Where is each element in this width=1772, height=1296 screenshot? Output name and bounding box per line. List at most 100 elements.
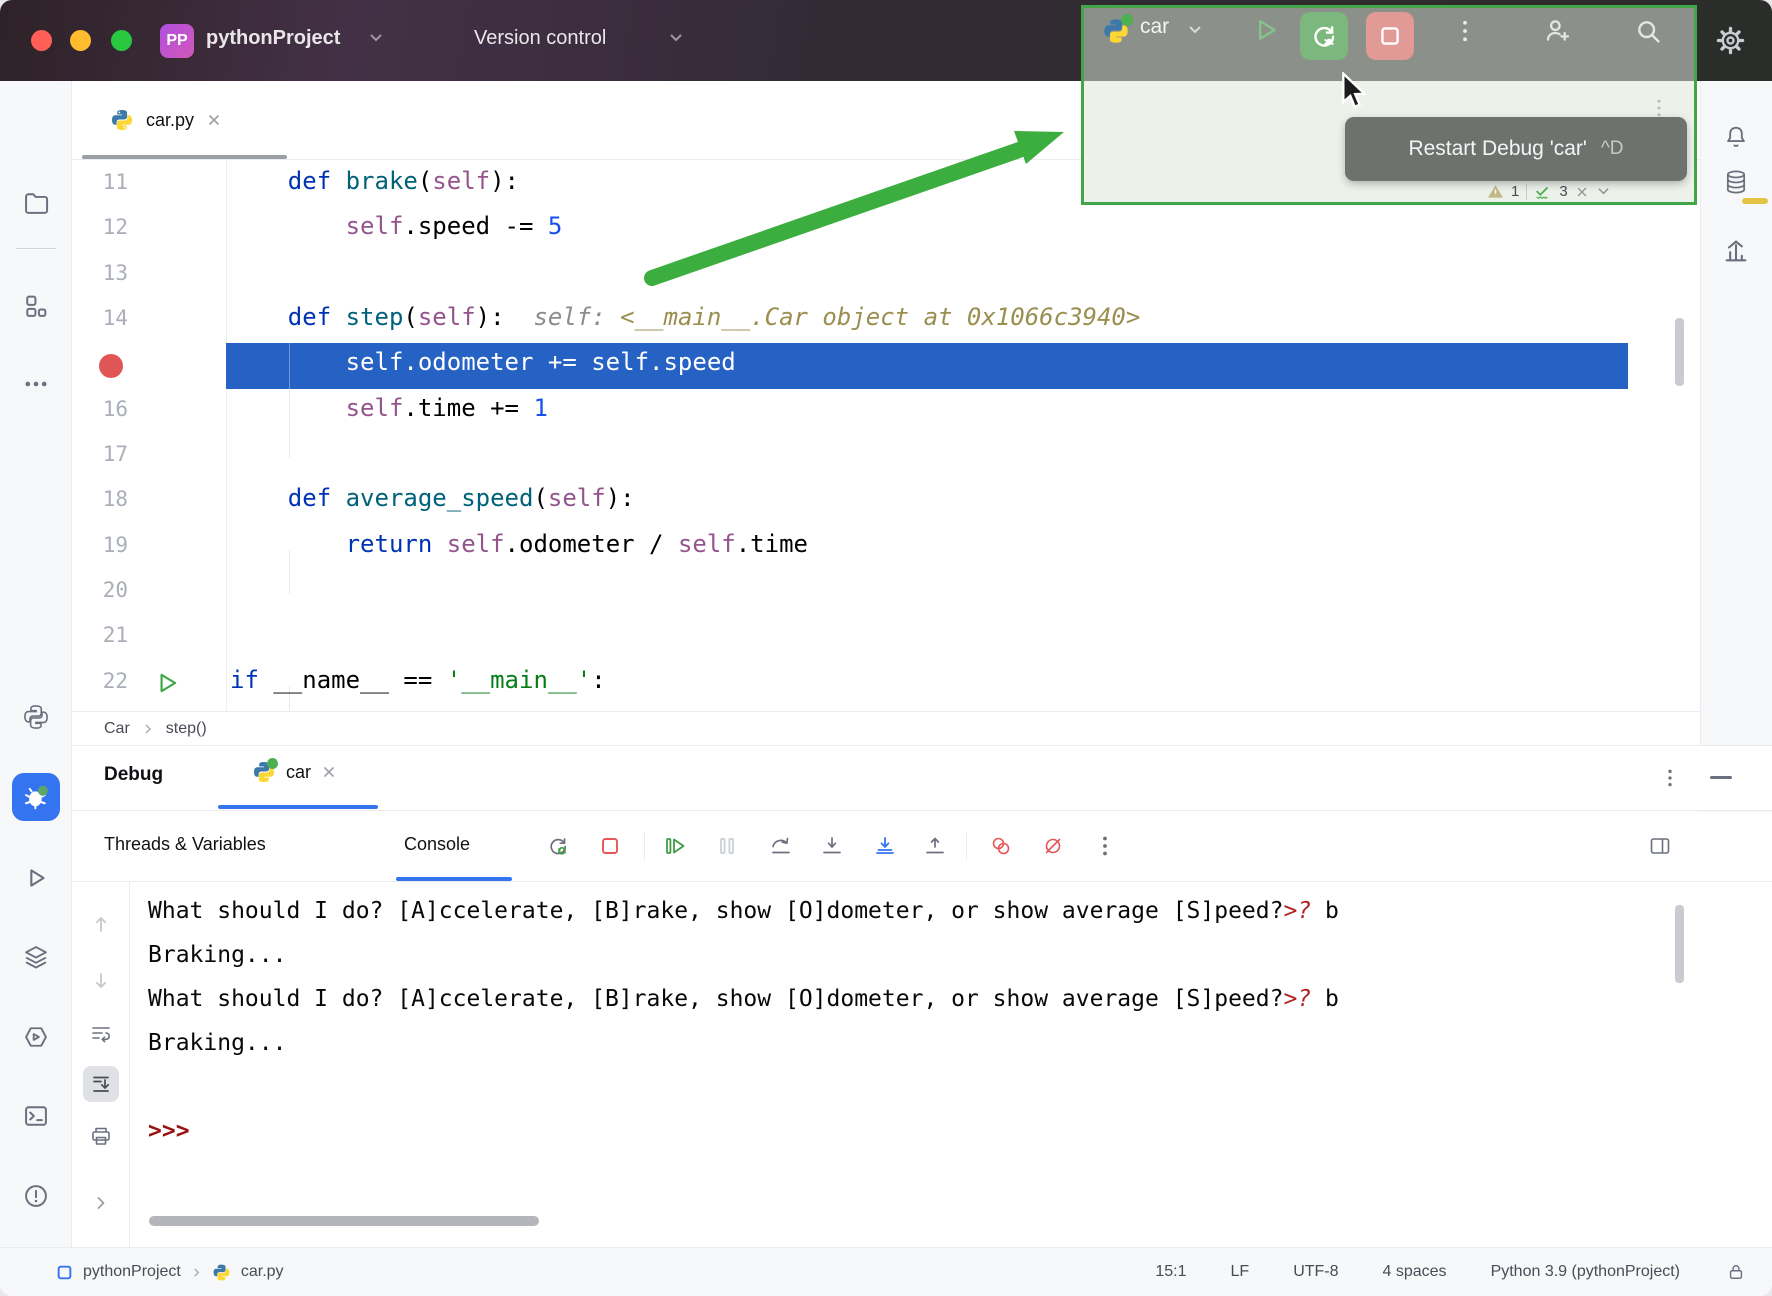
run-button[interactable]	[1252, 16, 1280, 44]
search-everywhere-icon[interactable]	[1632, 15, 1664, 47]
run-tool-window-icon[interactable]	[22, 864, 50, 892]
more-actions-kebab-icon[interactable]	[1454, 18, 1476, 44]
up-stack-frame-icon[interactable]	[89, 912, 113, 936]
mute-breakpoints-icon[interactable]	[1041, 834, 1065, 858]
more-tool-windows-icon[interactable]	[22, 370, 50, 398]
code-line-21[interactable]: 21	[72, 615, 1700, 661]
code-line-13[interactable]: 13	[72, 253, 1700, 299]
minimize-window-button[interactable]	[70, 30, 91, 51]
console-h-scrollbar[interactable]	[149, 1216, 539, 1226]
tab-label: car.py	[146, 110, 194, 131]
services-icon[interactable]	[22, 943, 50, 971]
structure-icon[interactable]	[22, 292, 50, 320]
restart-debug-icon	[1309, 21, 1339, 51]
status-bar: pythonProject car.py 15:1 LF UTF-8 4 spaces…	[0, 1247, 1772, 1296]
panel-options-kebab-icon[interactable]	[1660, 768, 1680, 788]
status-item[interactable]: 4 spaces	[1383, 1263, 1447, 1281]
line-number[interactable]: 22	[72, 669, 128, 693]
layout-settings-icon[interactable]	[1648, 834, 1672, 858]
line-number[interactable]: 11	[72, 170, 128, 194]
workspace-icon[interactable]	[56, 1264, 73, 1281]
line-number[interactable]: 16	[72, 397, 128, 421]
zoom-window-button[interactable]	[111, 30, 132, 51]
code-line-17[interactable]: 17	[72, 434, 1700, 480]
status-item[interactable]: Python 3.9 (pythonProject)	[1491, 1263, 1680, 1281]
debug-panel-title[interactable]: Debug	[104, 764, 163, 786]
tab-console[interactable]: Console	[404, 834, 470, 855]
profiler-icon[interactable]	[1722, 237, 1750, 265]
minimize-panel-icon[interactable]	[1710, 776, 1732, 779]
close-widget-icon[interactable]	[1575, 185, 1589, 199]
code-line-16[interactable]: 16 self.time += 1	[72, 389, 1700, 435]
python-file-icon	[212, 1263, 231, 1282]
stop-icon[interactable]	[598, 834, 622, 858]
line-number[interactable]: 17	[72, 442, 128, 466]
debug-more-kebab-icon[interactable]	[1093, 834, 1117, 858]
status-item[interactable]: UTF-8	[1293, 1263, 1338, 1281]
status-file[interactable]: car.py	[241, 1263, 284, 1281]
close-tab-icon[interactable]	[206, 112, 222, 128]
debug-session-tab[interactable]: car	[252, 760, 337, 784]
scroll-to-end-icon[interactable]	[89, 1072, 113, 1096]
breadcrumb-class[interactable]: Car	[104, 720, 130, 738]
rerun-debug-icon[interactable]	[546, 834, 570, 858]
code-line-14[interactable]: 14 def step(self): self: <__main__.Car o…	[72, 298, 1700, 344]
editor-scrollbar[interactable]	[1675, 318, 1684, 386]
pause-program-icon	[715, 834, 739, 858]
line-number[interactable]: 13	[72, 261, 128, 285]
problems-icon[interactable]	[22, 1182, 50, 1210]
restart-debug-button[interactable]	[1300, 12, 1348, 60]
breadcrumb-method[interactable]: step()	[166, 720, 207, 738]
step-over-icon[interactable]	[769, 834, 793, 858]
chevron-down-icon[interactable]	[1596, 186, 1611, 197]
code-line-20[interactable]: 20	[72, 570, 1700, 616]
print-icon[interactable]	[89, 1124, 113, 1148]
line-number[interactable]: 12	[72, 215, 128, 239]
notifications-bell-icon[interactable]	[1722, 123, 1750, 151]
step-into-icon[interactable]	[820, 834, 844, 858]
code-line-22[interactable]: 22if __name__ == '__main__':	[72, 661, 1700, 707]
python-tool-icon[interactable]	[22, 703, 50, 731]
lock-icon[interactable]	[1726, 1262, 1746, 1282]
line-number[interactable]: 19	[72, 533, 128, 557]
run-config-selector[interactable]: car	[1140, 15, 1169, 39]
line-number[interactable]: 14	[72, 306, 128, 330]
close-session-icon[interactable]	[321, 764, 337, 780]
expand-console-toolbar-icon[interactable]	[89, 1191, 113, 1215]
terminal-icon[interactable]	[22, 1102, 50, 1130]
code-line-18[interactable]: 18 def average_speed(self):	[72, 479, 1700, 525]
run-line-icon[interactable]	[154, 670, 180, 696]
project-folder-icon[interactable]	[22, 189, 50, 217]
status-project[interactable]: pythonProject	[83, 1263, 181, 1281]
tab-car-py[interactable]: car.py	[110, 95, 222, 145]
python-console-icon[interactable]	[22, 1023, 50, 1051]
database-icon[interactable]	[1722, 168, 1750, 196]
code-line-15[interactable]: self.odometer += self.speed	[72, 343, 1700, 389]
settings-gear-icon[interactable]	[1714, 24, 1747, 57]
status-item[interactable]: LF	[1231, 1263, 1250, 1281]
line-number[interactable]: 20	[72, 578, 128, 602]
step-out-icon[interactable]	[923, 834, 947, 858]
code-line-12[interactable]: 12 self.speed -= 5	[72, 207, 1700, 253]
status-item[interactable]: 15:1	[1155, 1263, 1186, 1281]
breakpoint-icon[interactable]	[99, 354, 123, 378]
code-with-me-icon[interactable]	[1542, 15, 1574, 47]
close-window-button[interactable]	[31, 30, 52, 51]
line-number[interactable]: 18	[72, 487, 128, 511]
vcs-selector[interactable]: Version control	[474, 27, 606, 50]
project-selector[interactable]: pythonProject	[206, 27, 340, 50]
down-stack-frame-icon[interactable]	[89, 969, 113, 993]
console-scrollbar[interactable]	[1675, 905, 1684, 983]
console-output[interactable]	[72, 882, 1772, 1247]
line-number[interactable]: 21	[72, 623, 128, 647]
debug-tool-window-button[interactable]	[12, 773, 60, 821]
view-breakpoints-icon[interactable]	[989, 834, 1013, 858]
soft-wrap-icon[interactable]	[89, 1022, 113, 1046]
step-into-my-code-icon[interactable]	[873, 834, 897, 858]
tab-threads-variables[interactable]: Threads & Variables	[104, 834, 266, 855]
stop-button[interactable]	[1366, 12, 1414, 60]
resume-program-icon[interactable]	[663, 834, 687, 858]
inspection-widget[interactable]: 1 3	[1487, 180, 1611, 203]
console-line: Braking...	[148, 933, 286, 977]
code-line-19[interactable]: 19 return self.odometer / self.time	[72, 525, 1700, 571]
